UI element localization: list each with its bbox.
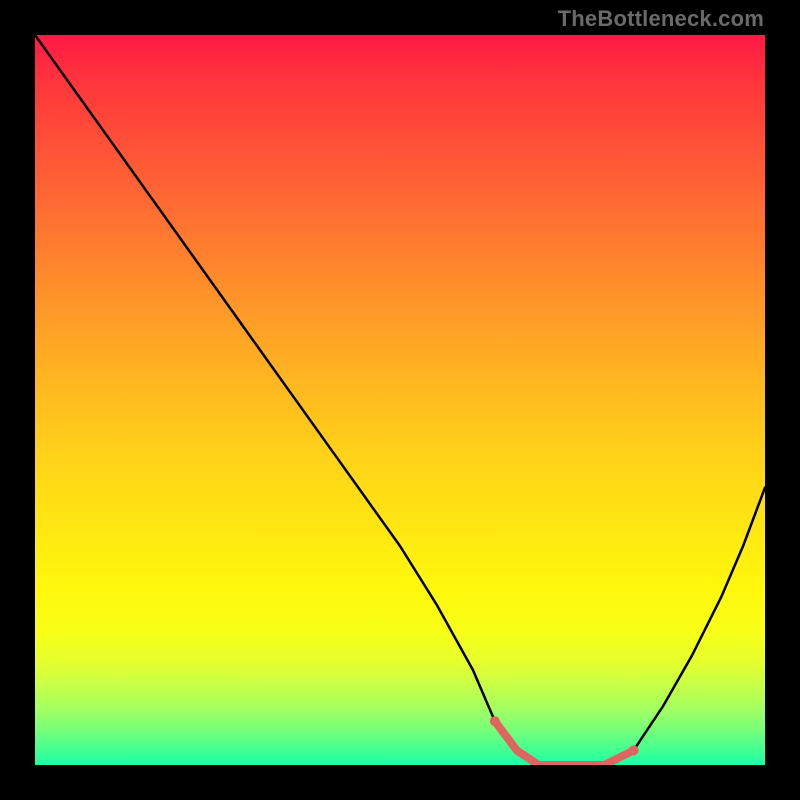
chart-svg [35,35,765,765]
bottleneck-curve [35,35,765,765]
chart-frame: TheBottleneck.com [0,0,800,800]
plot-area [35,35,765,765]
optimal-end-dot [629,745,639,755]
optimal-start-dot [490,716,500,726]
optimal-range-highlight [495,721,634,765]
watermark-text: TheBottleneck.com [558,6,764,32]
